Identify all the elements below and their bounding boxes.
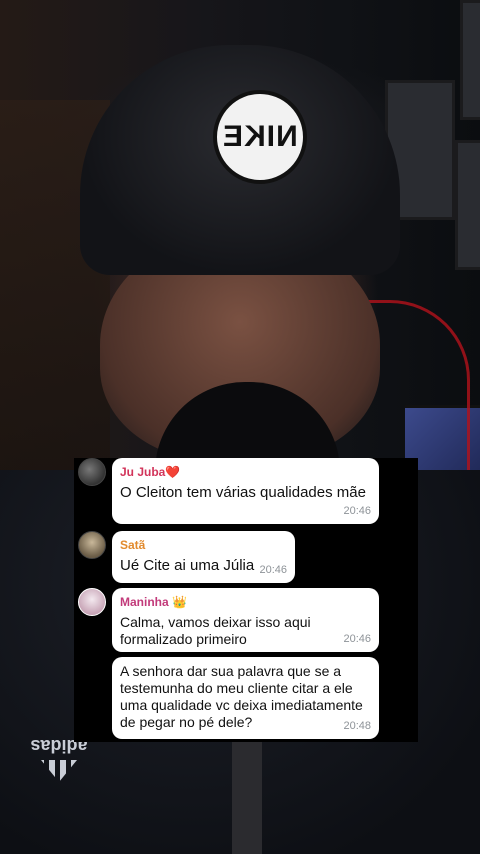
message-time: 20:48 (343, 720, 371, 732)
microphone-arm (232, 740, 262, 854)
message-time: 20:46 (259, 564, 287, 576)
crown-icon: 👑 (172, 595, 187, 609)
chat-message: Maninha 👑 Calma, vamos deixar isso aqui … (112, 588, 379, 652)
message-sender: Ju Juba❤️ (120, 465, 181, 479)
wall-frame (460, 0, 480, 120)
message-sender: Maninha 👑 (120, 595, 187, 609)
message-time: 20:46 (343, 633, 371, 645)
cap-logo: NIKE (213, 90, 307, 184)
message-time: 20:46 (343, 505, 371, 517)
message-text: Calma, vamos deixar isso aqui formalizad… (120, 614, 311, 647)
chat-overlay: Ju Juba❤️ O Cleiton tem várias qualidade… (74, 458, 418, 742)
chat-message: Ju Juba❤️ O Cleiton tem várias qualidade… (112, 458, 379, 524)
wall-frame (455, 140, 480, 270)
message-text: A senhora dar sua palavra que se a teste… (120, 663, 363, 730)
adidas-stripes-icon (41, 760, 77, 782)
message-text: O Cleiton tem várias qualidades mãe (120, 484, 366, 501)
ju-juba-avatar (78, 458, 106, 486)
maninha-avatar (78, 588, 106, 616)
cap-logo-text: NIKE (222, 120, 298, 153)
shirt-brand-logo: adidas (30, 735, 88, 782)
chat-message: A senhora dar sua palavra que se a teste… (112, 657, 379, 739)
message-sender: Satã (120, 538, 146, 552)
sata-avatar (78, 531, 106, 559)
heart-icon: ❤️ (165, 465, 181, 479)
chat-message: Satã Ué Cite ai uma Júlia 20:46 (112, 531, 295, 583)
